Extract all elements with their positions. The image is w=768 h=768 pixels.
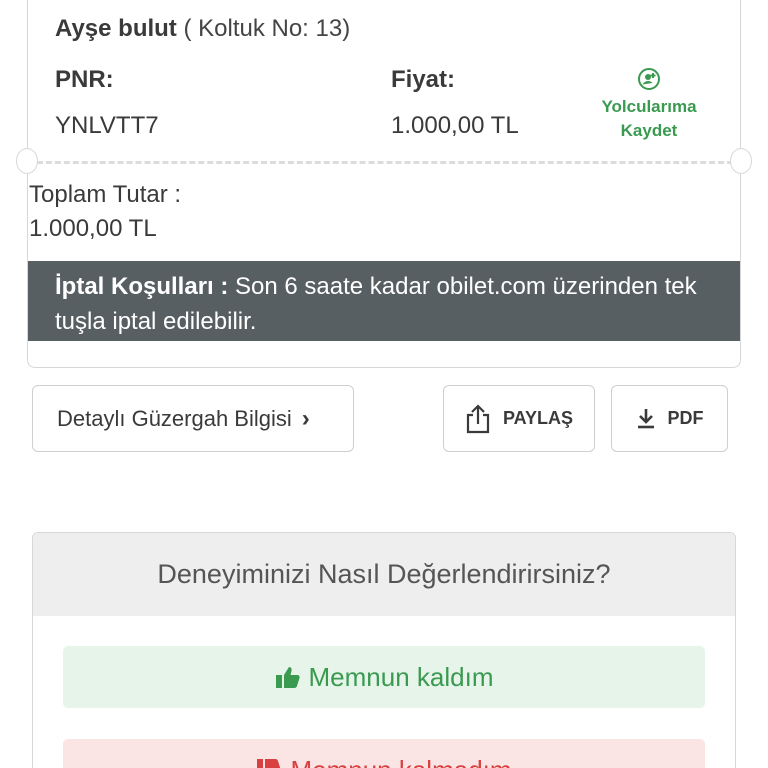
download-icon [637,408,654,428]
route-details-label: Detaylı Güzergah Bilgisi [57,405,292,431]
satisfied-button[interactable]: Memnun kaldım [63,646,705,708]
ticket-divider [28,161,742,164]
rating-card: Deneyiminizi Nasıl Değerlendirirsiniz? M… [32,532,736,768]
price-value: 1.000,00 TL [391,112,519,139]
share-button[interactable]: PAYLAŞ [443,385,595,452]
save-passenger-button[interactable]: Yolcularıma Kaydet [593,67,705,143]
unsatisfied-button[interactable]: Memnun kalmadım [63,739,705,768]
cancel-conditions: İptal Koşulları : Son 6 saate kadar obil… [28,261,740,341]
thumbs-down-icon [257,759,281,768]
ticket-notch-right [730,148,752,174]
unsatisfied-label: Memnun kalmadım [290,755,511,768]
thumbs-up-icon [275,667,300,688]
pdf-button[interactable]: PDF [611,385,728,452]
seat-number: ( Koltuk No: 13) [183,15,351,42]
share-icon [466,403,490,433]
ticket-card: Ayşe bulut ( Koltuk No: 13) PNR: YNLVTT7… [16,0,752,368]
share-label: PAYLAŞ [502,408,574,428]
satisfied-label: Memnun kaldım [308,661,494,692]
add-user-icon [638,68,660,90]
pnr-value: YNLVTT7 [55,112,159,139]
passenger-line: Ayşe bulut ( Koltuk No: 13) [55,15,350,43]
total-value: 1.000,00 TL [29,215,157,242]
cancel-title: İptal Koşulları : [55,273,229,300]
rating-title: Deneyiminizi Nasıl Değerlendirirsiniz? [33,533,735,616]
route-details-button[interactable]: Detaylı Güzergah Bilgisi › [32,385,354,452]
price-label: Fiyat: [391,66,456,93]
ticket-notch-left [16,148,38,174]
total-label: Toplam Tutar : [29,181,182,208]
save-label-line1: Yolcularıma [601,97,697,116]
chevron-right-icon: › [301,404,310,432]
pnr-label: PNR: [55,66,114,93]
save-label-line2: Kaydet [620,121,678,140]
passenger-name: Ayşe bulut [55,15,177,42]
pdf-label: PDF [667,408,704,428]
